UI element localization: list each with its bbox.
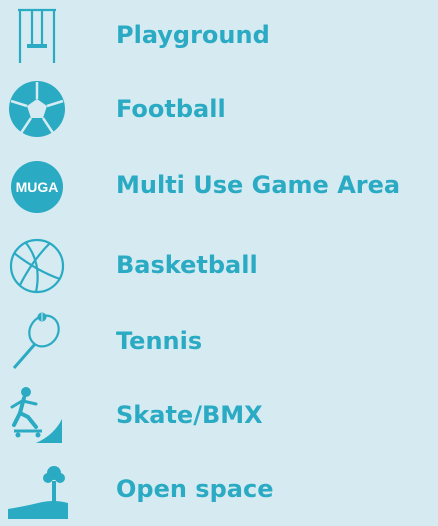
football-icon <box>6 79 68 139</box>
legend-item-tennis: Tennis <box>0 306 438 376</box>
legend-item-playground: Playground <box>0 0 438 70</box>
tree-hill-icon <box>6 459 68 519</box>
legend-label: Tennis <box>116 327 203 355</box>
legend-item-muga: MUGA Multi Use Game Area <box>0 150 438 220</box>
basketball-icon <box>6 235 68 295</box>
legend-item-basketball: Basketball <box>0 230 438 300</box>
legend-label: Multi Use Game Area <box>116 171 401 199</box>
muga-icon: MUGA <box>6 155 68 215</box>
legend-item-skate-bmx: Skate/BMX <box>0 380 438 450</box>
legend-label: Playground <box>116 21 270 49</box>
swing-icon <box>6 5 68 65</box>
facility-legend: Playground Football MUGA Multi Use Game … <box>0 0 438 526</box>
legend-label: Football <box>116 95 226 123</box>
legend-label: Skate/BMX <box>116 401 263 429</box>
legend-label: Basketball <box>116 251 258 279</box>
svg-text:MUGA: MUGA <box>16 179 59 195</box>
tennis-racket-icon <box>6 311 68 371</box>
legend-item-football: Football <box>0 74 438 144</box>
skateboarder-icon <box>6 385 68 445</box>
legend-label: Open space <box>116 475 274 503</box>
legend-item-open-space: Open space <box>0 454 438 524</box>
